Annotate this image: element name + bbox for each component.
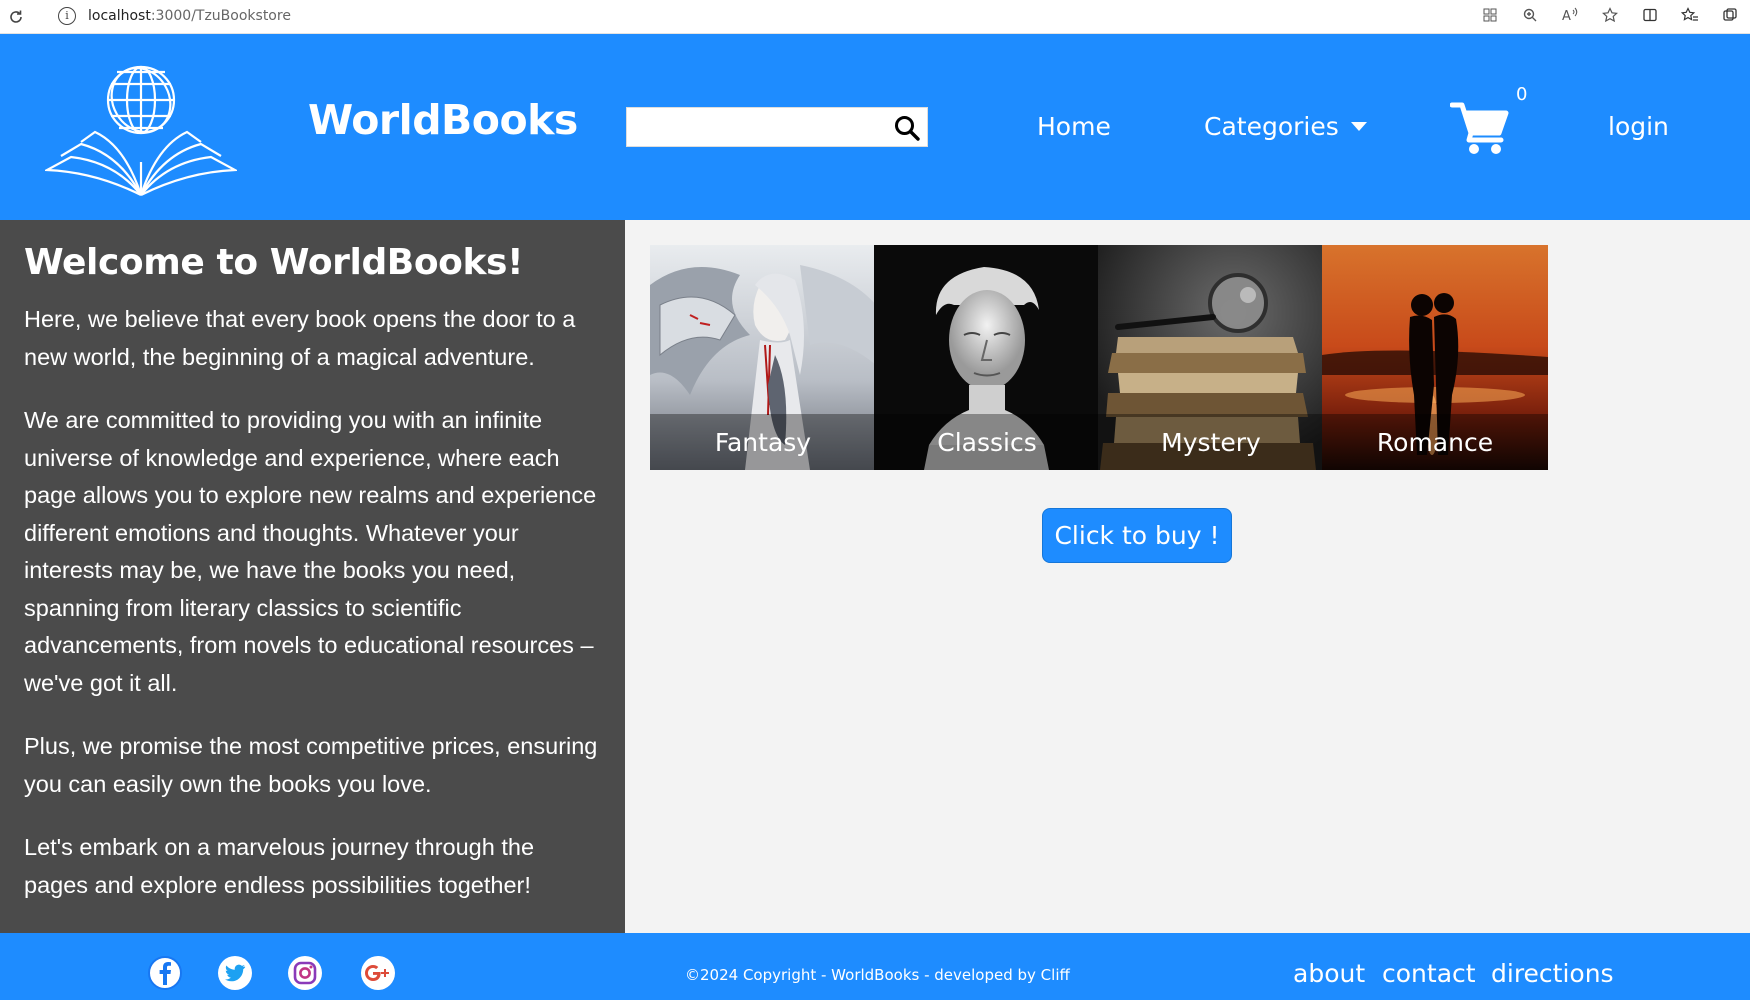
favorites-icon [1681,7,1698,21]
app-available-button[interactable] [1475,3,1505,27]
search-button[interactable] [891,112,923,144]
welcome-paragraph: Plus, we promise the most competitive pr… [24,733,598,797]
star-icon [1602,7,1618,23]
brand-title[interactable]: WorldBooks [308,96,578,144]
cart-icon[interactable] [1450,100,1510,156]
google-plus-icon[interactable] [357,955,399,991]
facebook-icon[interactable] [147,955,183,991]
login-link[interactable]: login [1608,112,1669,141]
category-label: Romance [1322,414,1548,470]
instagram-icon[interactable] [287,955,323,991]
footer-contact-link[interactable]: contact [1382,959,1476,988]
copyright-text: ©2024 Copyright - WorldBooks - developed… [685,966,1070,984]
svg-text:A: A [1562,9,1571,23]
category-card-fantasy[interactable]: Fantasy [650,245,876,470]
category-card-mystery[interactable]: Mystery [1098,245,1324,470]
welcome-paragraph: Here, we believe that every book opens t… [24,306,576,370]
url-path: :3000/TzuBookstore [150,8,291,24]
search-box [626,107,928,147]
category-card-romance[interactable]: Romance [1322,245,1548,470]
welcome-title: Welcome to WorldBooks! [24,242,524,283]
footer-directions-link[interactable]: directions [1491,959,1614,988]
collections-icon [1723,8,1737,21]
search-icon [895,116,920,141]
category-card-classics[interactable]: Classics [874,245,1100,470]
address-bar[interactable]: i localhost:3000/TzuBookstore [42,1,1402,31]
main-content: Fantasy Classics Mystery Romance Click t… [625,220,1750,933]
click-to-buy-button[interactable]: Click to buy ! [1042,508,1232,563]
caret-down-icon [1350,122,1367,131]
welcome-paragraph: Let's embark on a marvelous journey thro… [24,834,535,898]
split-screen-button[interactable] [1635,3,1665,27]
zoom-icon [1523,8,1537,22]
browser-toolbar: i localhost:3000/TzuBookstore A [0,0,1750,34]
read-aloud-icon: A [1562,7,1578,23]
welcome-paragraph: We are committed to providing you with a… [24,407,597,696]
worldbooks-logo-icon[interactable] [45,62,237,198]
browser-tools: A [1470,0,1750,30]
nav-categories-dropdown[interactable]: Categories [1204,112,1367,141]
read-aloud-button[interactable]: A [1555,3,1585,27]
nav-home-link[interactable]: Home [1037,112,1111,141]
url-host: localhost [88,8,151,24]
site-header: WorldBooks Home Categories 0 login [0,34,1750,220]
favorite-button[interactable] [1595,3,1625,27]
zoom-button[interactable] [1515,3,1545,27]
favorites-button[interactable] [1675,3,1705,27]
category-label: Fantasy [650,414,876,470]
nav-categories-label: Categories [1204,112,1339,141]
apps-icon [1483,8,1497,22]
category-label: Mystery [1098,414,1324,470]
welcome-panel: Welcome to WorldBooks! Here, we believe … [0,220,625,933]
reload-button[interactable] [2,3,30,31]
split-screen-icon [1643,8,1657,22]
site-info-icon[interactable]: i [58,7,76,25]
collections-button[interactable] [1715,3,1745,27]
site-footer: ©2024 Copyright - WorldBooks - developed… [0,933,1750,1000]
address-url[interactable]: localhost:3000/TzuBookstore [88,8,291,24]
search-input[interactable] [627,108,887,146]
footer-about-link[interactable]: about [1293,959,1365,988]
reload-icon [10,10,22,23]
cart-count-badge: 0 [1516,84,1528,105]
twitter-icon[interactable] [217,955,253,991]
category-label: Classics [874,414,1100,470]
